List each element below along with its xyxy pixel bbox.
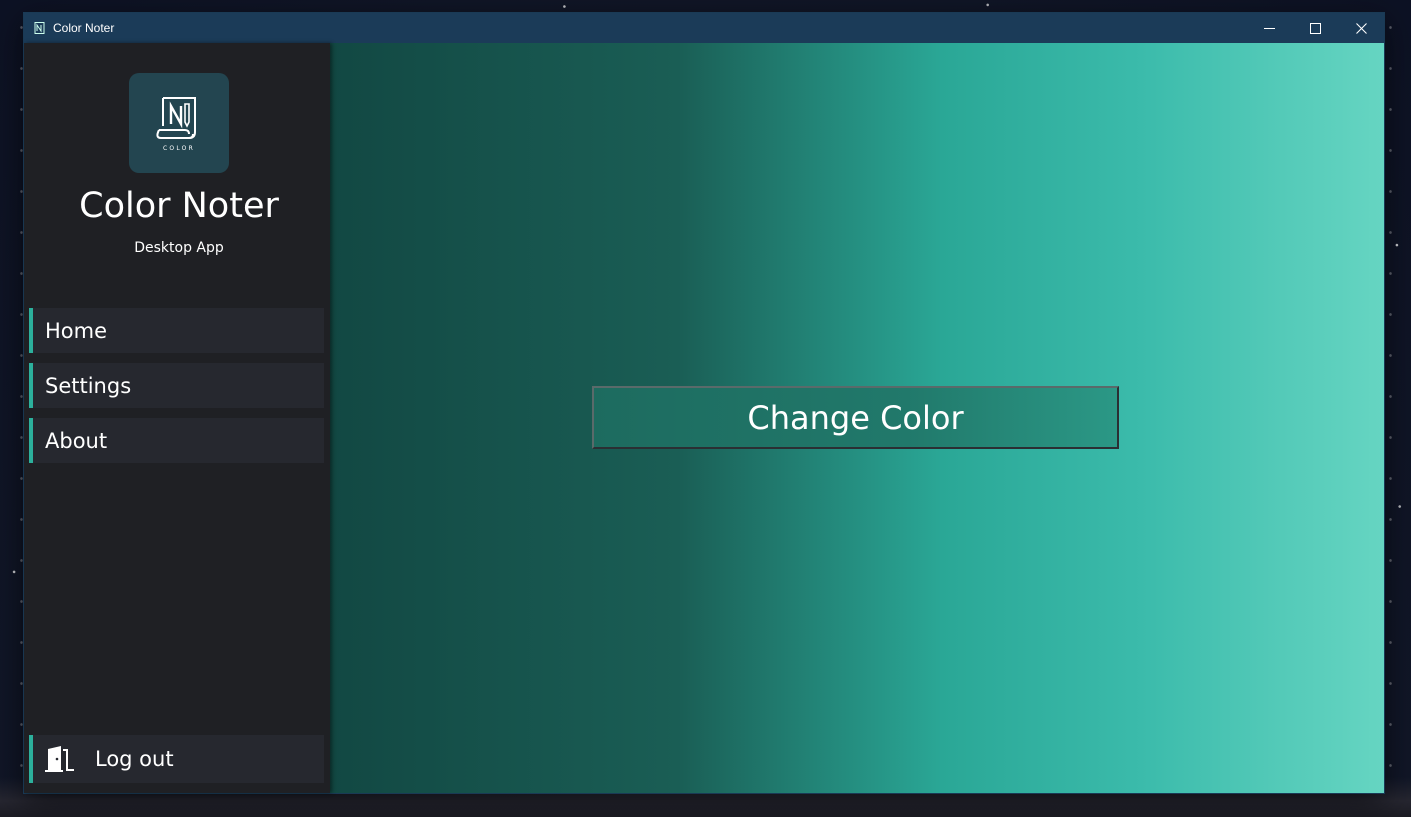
door-exit-icon	[45, 745, 77, 773]
sidebar: COLOR Color Noter Desktop App Home Setti…	[24, 43, 330, 793]
change-color-button[interactable]: Change Color	[592, 386, 1119, 449]
main-content: Change Color	[330, 43, 1384, 793]
sidebar-item-settings[interactable]: Settings	[29, 363, 324, 408]
minimize-icon	[1263, 27, 1275, 29]
minimize-button[interactable]	[1246, 13, 1292, 43]
logout-label: Log out	[95, 747, 174, 771]
app-name: Color Noter	[79, 186, 279, 226]
window-title: Color Noter	[53, 21, 115, 35]
sidebar-item-label: Home	[45, 318, 108, 343]
app-subtitle: Desktop App	[134, 240, 224, 256]
maximize-button[interactable]	[1292, 13, 1338, 43]
close-button[interactable]	[1338, 13, 1384, 43]
sidebar-item-label: Settings	[45, 373, 132, 398]
sidebar-item-about[interactable]: About	[29, 418, 324, 463]
window-controls	[1246, 13, 1384, 43]
title-bar[interactable]: Color Noter	[24, 13, 1384, 43]
notebook-pen-logo: COLOR	[156, 97, 196, 152]
window-body: COLOR Color Noter Desktop App Home Setti…	[24, 43, 1384, 793]
app-window: Color Noter COLOR Color Noter Desktop Ap…	[24, 13, 1384, 793]
sidebar-item-label: About	[45, 428, 108, 453]
close-icon	[1355, 22, 1367, 34]
notebook-icon	[33, 22, 45, 34]
logout-button[interactable]: Log out	[29, 735, 324, 783]
maximize-icon	[1309, 22, 1321, 34]
logo-caption: COLOR	[163, 145, 195, 152]
sidebar-item-home[interactable]: Home	[29, 308, 324, 353]
app-logo: COLOR	[129, 73, 229, 173]
